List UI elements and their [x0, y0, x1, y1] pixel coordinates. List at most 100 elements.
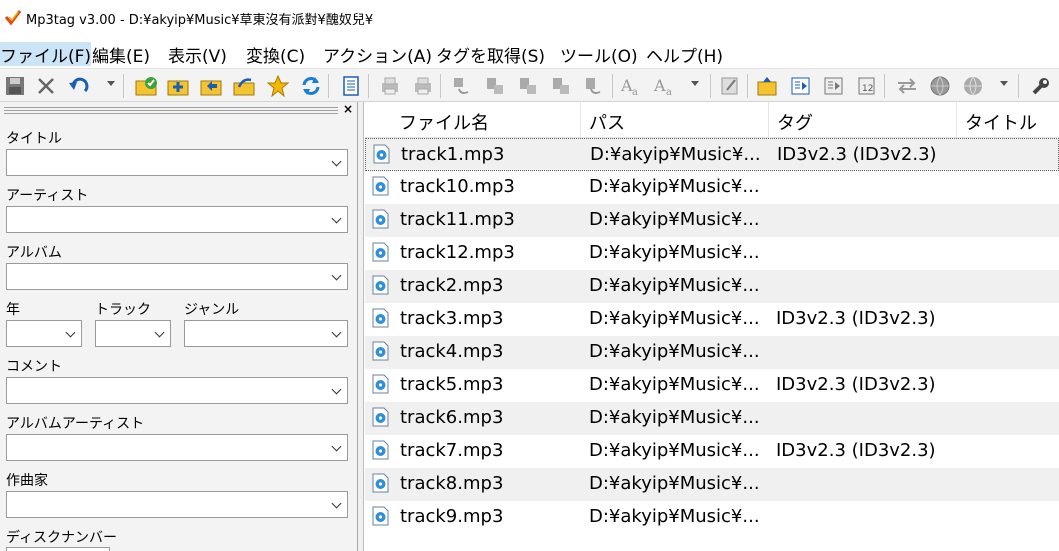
menu-bar: ファイル(F) 編集(E) 表示(V) 変換(C) アクション(A) タグを取得…: [0, 36, 1059, 68]
save-icon[interactable]: [2, 73, 28, 99]
album-artist-field[interactable]: [6, 434, 348, 461]
menu-file[interactable]: ファイル(F): [0, 42, 92, 67]
mp3-file-icon: [372, 374, 389, 394]
filename-to-tag-icon[interactable]: [482, 73, 508, 99]
print-icon[interactable]: [377, 73, 403, 99]
panel-close-icon[interactable]: ×: [343, 102, 353, 116]
album-artist-label: アルバムアーティスト: [6, 416, 145, 432]
menu-tools[interactable]: ツール(O): [560, 42, 638, 67]
swap-icon[interactable]: [894, 73, 920, 99]
panel-splitter[interactable]: [358, 102, 364, 551]
title-field[interactable]: [6, 149, 348, 176]
table-row[interactable]: track9.mp3 D:¥akyip¥Music¥...: [365, 501, 1059, 534]
chevron-down-icon[interactable]: [331, 498, 342, 509]
disc-number-field[interactable]: [6, 547, 110, 551]
menu-get-tags[interactable]: タグを取得(S): [436, 42, 545, 67]
cell-filename: track11.mp3: [400, 209, 515, 230]
chevron-down-icon[interactable]: [65, 327, 76, 338]
table-row[interactable]: track8.mp3 D:¥akyip¥Music¥...: [365, 468, 1059, 501]
cell-filename: track7.mp3: [400, 440, 504, 461]
print-preview-icon[interactable]: [410, 73, 436, 99]
web-dropdown-icon[interactable]: [1000, 81, 1008, 86]
list-header: ファイル名 パス タグ タイトル: [365, 102, 1059, 138]
chevron-down-icon[interactable]: [331, 213, 342, 224]
menu-action[interactable]: アクション(A): [323, 42, 432, 67]
mp3-file-icon: [373, 144, 390, 164]
undo-dropdown-icon[interactable]: [107, 81, 115, 86]
add-folder-icon[interactable]: [166, 73, 192, 99]
menu-help[interactable]: ヘルプ(H): [646, 42, 723, 67]
column-header-filename[interactable]: ファイル名: [391, 102, 581, 138]
table-row[interactable]: track3.mp3 D:¥akyip¥Music¥... ID3v2.3 (ID3…: [365, 303, 1059, 336]
menu-edit[interactable]: 編集(E): [92, 42, 150, 67]
open-folder-icon[interactable]: [199, 73, 225, 99]
chevron-down-icon[interactable]: [331, 270, 342, 281]
replace-icon[interactable]: Aa: [652, 73, 678, 99]
cell-path: D:¥akyip¥Music¥...: [589, 341, 760, 362]
column-header-title[interactable]: タイトル: [957, 102, 1059, 138]
year-label: 年: [6, 302, 20, 318]
chevron-down-icon[interactable]: [331, 384, 342, 395]
rename-icon[interactable]: [581, 73, 607, 99]
mp3-file-icon: [372, 308, 389, 328]
disc-number-label: ディスクナンバー: [6, 530, 118, 546]
chevron-down-icon[interactable]: [331, 327, 342, 338]
menu-convert[interactable]: 変換(C): [246, 42, 305, 67]
table-row[interactable]: track7.mp3 D:¥akyip¥Music¥... ID3v2.3 (ID3…: [365, 435, 1059, 468]
undo-icon[interactable]: [66, 73, 92, 99]
list-icon[interactable]: [338, 73, 364, 99]
play-icon[interactable]: [788, 73, 814, 99]
chevron-down-icon[interactable]: [331, 441, 342, 452]
column-header-path[interactable]: パス: [581, 102, 769, 138]
table-row[interactable]: track2.mp3 D:¥akyip¥Music¥...: [365, 270, 1059, 303]
comment-field[interactable]: [6, 377, 348, 404]
tagged-folder-icon[interactable]: [134, 73, 160, 99]
text-file-icon[interactable]: [548, 73, 574, 99]
album-field[interactable]: [6, 263, 348, 290]
table-row[interactable]: track10.mp3 D:¥akyip¥Music¥...: [365, 171, 1059, 204]
menu-view[interactable]: 表示(V): [168, 42, 227, 67]
app-logo-icon: [4, 10, 22, 26]
svg-text:12: 12: [862, 84, 873, 94]
table-row[interactable]: track6.mp3 D:¥akyip¥Music¥...: [365, 402, 1059, 435]
remove-icon[interactable]: [33, 73, 59, 99]
sort-folder-icon[interactable]: [755, 73, 781, 99]
toolbar: Aa Aa 12: [0, 68, 1059, 102]
svg-text:a: a: [632, 87, 638, 97]
playlist-icon[interactable]: [821, 73, 847, 99]
table-row[interactable]: track1.mp3 D:¥akyip¥Music¥... ID3v2.3 (ID3…: [365, 138, 1059, 171]
table-row[interactable]: track4.mp3 D:¥akyip¥Music¥...: [365, 336, 1059, 369]
web-sources-icon[interactable]: [960, 73, 986, 99]
cell-path: D:¥akyip¥Music¥...: [589, 407, 760, 428]
table-row[interactable]: track12.mp3 D:¥akyip¥Music¥...: [365, 237, 1059, 270]
cell-path: D:¥akyip¥Music¥...: [589, 473, 760, 494]
comment-label: コメント: [6, 359, 62, 375]
case-conversion-icon[interactable]: Aa: [619, 73, 645, 99]
chevron-down-icon[interactable]: [331, 156, 342, 167]
actions-dropdown-icon[interactable]: [691, 81, 699, 86]
chevron-down-icon[interactable]: [154, 327, 165, 338]
track-field[interactable]: [95, 320, 171, 347]
year-field[interactable]: [6, 320, 82, 347]
tag-to-filename-icon[interactable]: [449, 73, 475, 99]
cell-path: D:¥akyip¥Music¥...: [589, 440, 760, 461]
cell-path: D:¥akyip¥Music¥...: [590, 144, 761, 165]
refresh-icon[interactable]: [298, 73, 324, 99]
web-source-icon[interactable]: [927, 73, 953, 99]
table-row[interactable]: track11.mp3 D:¥akyip¥Music¥...: [365, 204, 1059, 237]
panel-grip[interactable]: [0, 104, 340, 116]
cell-path: D:¥akyip¥Music¥...: [589, 176, 760, 197]
table-row[interactable]: track5.mp3 D:¥akyip¥Music¥... ID3v2.3 (ID3…: [365, 369, 1059, 402]
export-icon[interactable]: [232, 73, 258, 99]
edit-icon[interactable]: [717, 73, 743, 99]
artist-field[interactable]: [6, 206, 348, 233]
star-icon[interactable]: [265, 73, 291, 99]
autonumber-icon[interactable]: 12: [854, 73, 880, 99]
composer-field[interactable]: [6, 491, 348, 518]
album-label: アルバム: [6, 245, 62, 261]
cell-filename: track5.mp3: [400, 374, 504, 395]
genre-field[interactable]: [184, 320, 348, 347]
column-header-tag[interactable]: タグ: [769, 102, 957, 138]
tag-to-tag-icon[interactable]: [515, 73, 541, 99]
settings-icon[interactable]: [1028, 73, 1054, 99]
